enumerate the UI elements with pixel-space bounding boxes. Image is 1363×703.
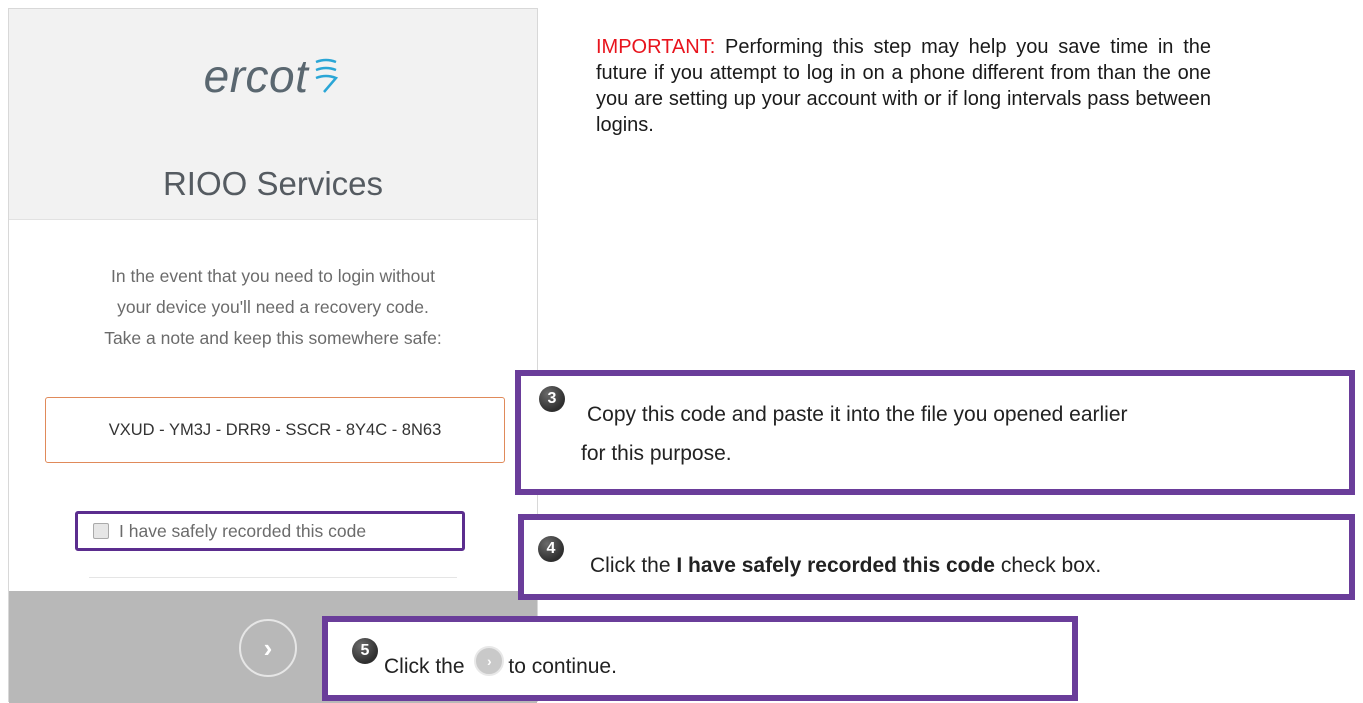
confirm-checkbox-row[interactable]: I have safely recorded this code bbox=[93, 518, 366, 544]
step-number-badge: 5 bbox=[352, 638, 378, 664]
service-title: RIOO Services bbox=[162, 165, 384, 202]
step-5-text: Click the › to continue. bbox=[384, 646, 617, 682]
step-5-callout: 5 Click the › to continue. bbox=[322, 616, 1078, 701]
chevron-right-icon: › bbox=[474, 646, 505, 676]
recovery-code-field[interactable]: VXUD - YM3J - DRR9 - SSCR - 8Y4C - 8N63 bbox=[45, 397, 505, 463]
ercot-wave-icon bbox=[312, 53, 342, 107]
recovery-instructions: In the event that you need to login with… bbox=[9, 261, 537, 354]
divider bbox=[89, 577, 457, 578]
important-note: IMPORTANT: Performing this step may help… bbox=[596, 34, 1211, 138]
step-5-pre: Click the bbox=[384, 655, 471, 678]
step-number-badge: 4 bbox=[538, 536, 564, 562]
important-label: IMPORTANT: bbox=[596, 36, 716, 58]
instruction-line: In the event that you need to login with… bbox=[111, 266, 435, 286]
step-5-post: to continue. bbox=[508, 655, 617, 678]
logo-text: ercot bbox=[203, 50, 309, 102]
confirm-label: I have safely recorded this code bbox=[119, 520, 367, 541]
step-4-callout: 4 Click the I have safely recorded this … bbox=[518, 514, 1355, 600]
step-4-text: Click the I have safely recorded this co… bbox=[590, 554, 1101, 578]
step-4-pre: Click the bbox=[590, 554, 677, 577]
step-3-text-line1: Copy this code and paste it into the fil… bbox=[587, 403, 1128, 426]
continue-button[interactable]: › bbox=[239, 619, 297, 677]
step-4-bold: I have safely recorded this code bbox=[676, 554, 995, 577]
chevron-right-icon: › bbox=[263, 632, 273, 663]
login-panel: ercot RIOO Services In the event that yo… bbox=[8, 8, 538, 703]
instruction-line: Take a note and keep this somewhere safe… bbox=[104, 328, 442, 348]
instruction-line: your device you'll need a recovery code. bbox=[117, 297, 429, 317]
confirm-checkbox[interactable] bbox=[93, 523, 109, 539]
step-3-text-line2: for this purpose. bbox=[581, 442, 732, 465]
step-number-badge: 3 bbox=[539, 386, 565, 412]
ercot-logo: ercot bbox=[9, 49, 537, 107]
panel-header: ercot RIOO Services bbox=[9, 9, 537, 220]
step-3-callout: 3 Copy this code and paste it into the f… bbox=[515, 370, 1355, 495]
step-4-post: check box. bbox=[995, 554, 1102, 577]
